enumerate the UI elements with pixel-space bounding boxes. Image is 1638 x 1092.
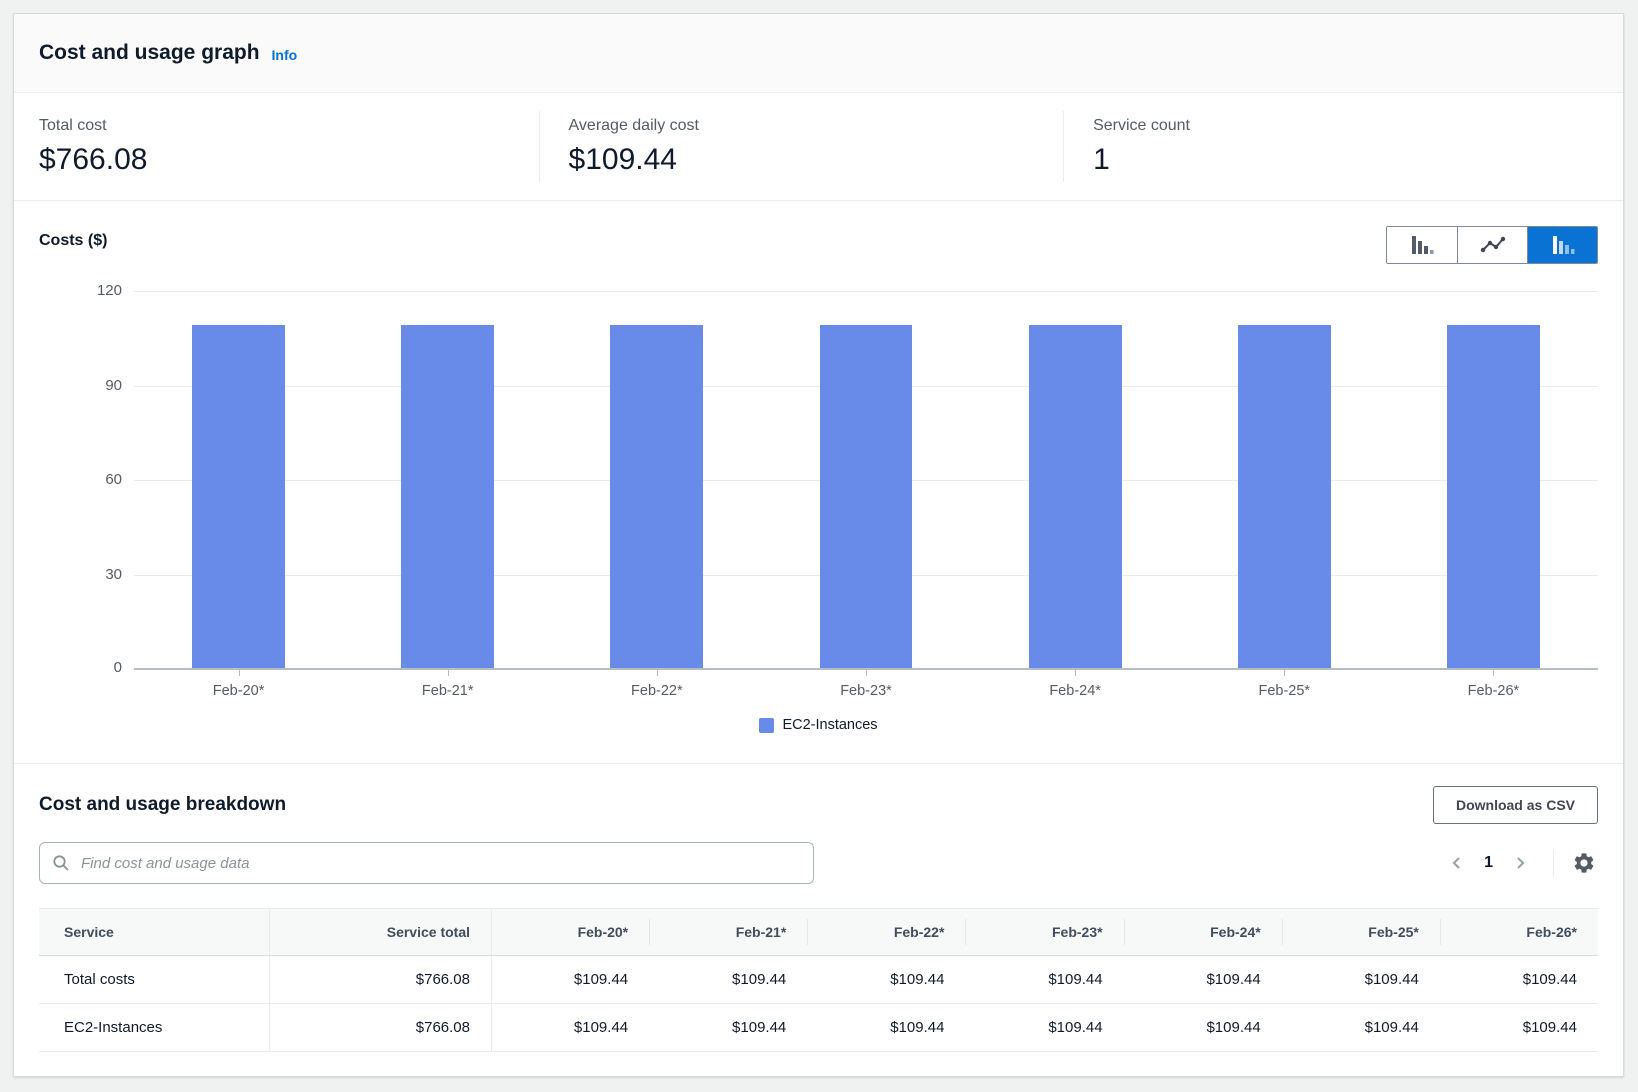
stat-label: Total cost xyxy=(39,117,539,135)
x-axis-label: Feb-23* xyxy=(820,670,913,699)
gear-icon xyxy=(1572,851,1596,875)
stacked-bar-chart-button[interactable] xyxy=(1527,227,1597,263)
previous-page-button[interactable] xyxy=(1444,850,1470,876)
stat-value: $766.08 xyxy=(39,143,539,177)
column-header-service: Service xyxy=(39,909,269,955)
y-axis-tick-label: 120 xyxy=(72,282,122,299)
value-cell: $766.08 xyxy=(269,1004,491,1051)
service-name-cell: Total costs xyxy=(39,956,269,1003)
x-axis-label: Feb-20* xyxy=(192,670,285,699)
summary-stats: Total cost $766.08 Average daily cost $1… xyxy=(14,93,1623,201)
stat-service-count: Service count 1 xyxy=(1063,93,1588,200)
bar-Feb-22*[interactable] xyxy=(610,325,703,670)
value-cell: $109.44 xyxy=(1282,1004,1440,1051)
column-header-feb-22-: Feb-22* xyxy=(807,909,965,955)
y-axis-title: Costs ($) xyxy=(39,226,107,250)
value-cell: $766.08 xyxy=(269,956,491,1003)
value-cell: $109.44 xyxy=(649,1004,807,1051)
value-cell: $109.44 xyxy=(649,956,807,1003)
bar-Feb-23*[interactable] xyxy=(820,325,913,670)
value-cell: $109.44 xyxy=(1440,956,1598,1003)
bar-Feb-26*[interactable] xyxy=(1447,325,1540,670)
chevron-left-icon xyxy=(1448,854,1466,872)
table-header-row: ServiceService totalFeb-20*Feb-21*Feb-22… xyxy=(39,909,1598,956)
column-header-feb-20-: Feb-20* xyxy=(491,909,649,955)
bar-chart-icon xyxy=(1409,234,1435,256)
page-title: Cost and usage graph xyxy=(39,41,260,65)
stat-value: $109.44 xyxy=(569,143,1064,177)
chart-header: Costs ($) xyxy=(39,226,1598,266)
column-header-feb-21-: Feb-21* xyxy=(649,909,807,955)
gridline: 0 xyxy=(134,668,1598,670)
toolbar-divider xyxy=(1553,849,1554,877)
stat-label: Service count xyxy=(1093,117,1588,135)
column-header-feb-26-: Feb-26* xyxy=(1440,909,1598,955)
search-input[interactable] xyxy=(79,854,801,873)
bar-Feb-24*[interactable] xyxy=(1029,325,1122,670)
cost-breakdown-table: ServiceService totalFeb-20*Feb-21*Feb-22… xyxy=(39,908,1598,1052)
bar-Feb-25*[interactable] xyxy=(1238,325,1331,670)
value-cell: $109.44 xyxy=(807,956,965,1003)
next-page-button[interactable] xyxy=(1507,850,1533,876)
breakdown-title: Cost and usage breakdown xyxy=(39,794,286,816)
value-cell: $109.44 xyxy=(1440,1004,1598,1051)
y-axis-tick-label: 0 xyxy=(72,659,122,676)
x-axis-label: Feb-24* xyxy=(1029,670,1122,699)
chart-section: Costs ($) xyxy=(14,201,1623,763)
y-axis-tick-label: 90 xyxy=(72,377,122,394)
panel-header: Cost and usage graph Info xyxy=(14,14,1623,93)
table-row: EC2-Instances$766.08$109.44$109.44$109.4… xyxy=(39,1004,1598,1052)
value-cell: $109.44 xyxy=(807,1004,965,1051)
y-axis-tick-label: 30 xyxy=(72,566,122,583)
stacked-bar-chart-icon xyxy=(1550,234,1576,256)
value-cell: $109.44 xyxy=(965,956,1123,1003)
value-cell: $109.44 xyxy=(1282,956,1440,1003)
cost-and-usage-panel: Cost and usage graph Info Total cost $76… xyxy=(13,13,1624,1077)
legend-item-ec2-instances[interactable]: EC2-Instances xyxy=(39,717,1598,763)
plot-area: 0306090120 xyxy=(134,292,1598,670)
stat-value: 1 xyxy=(1093,143,1588,177)
column-header-feb-25-: Feb-25* xyxy=(1282,909,1440,955)
column-header-feb-24-: Feb-24* xyxy=(1124,909,1282,955)
x-axis-label: Feb-25* xyxy=(1238,670,1331,699)
info-link[interactable]: Info xyxy=(272,47,298,63)
x-axis-label: Feb-21* xyxy=(401,670,494,699)
legend-swatch xyxy=(759,718,774,733)
download-csv-button[interactable]: Download as CSV xyxy=(1433,786,1598,824)
cost-and-usage-breakdown-section: Cost and usage breakdown Download as CSV… xyxy=(14,763,1623,1052)
value-cell: $109.44 xyxy=(1124,1004,1282,1051)
chart-type-toggle xyxy=(1386,226,1598,264)
x-axis-labels: Feb-20* Feb-21* Feb-22* Feb-23* Feb-24* Feb-2… xyxy=(134,670,1598,699)
line-chart-button[interactable] xyxy=(1457,227,1527,263)
current-page-number: 1 xyxy=(1484,854,1493,872)
legend-label: EC2-Instances xyxy=(782,717,877,733)
table-settings-button[interactable] xyxy=(1570,849,1598,877)
bars-row xyxy=(134,292,1598,670)
stat-average-daily-cost: Average daily cost $109.44 xyxy=(539,93,1064,200)
pagination-controls: 1 xyxy=(1444,849,1598,877)
line-chart-icon xyxy=(1480,235,1506,255)
x-axis-label: Feb-22* xyxy=(610,670,703,699)
table-toolbar: 1 xyxy=(39,842,1598,884)
bar-chart-button[interactable] xyxy=(1387,227,1457,263)
table-row: Total costs$766.08$109.44$109.44$109.44$… xyxy=(39,956,1598,1004)
service-name-cell: EC2-Instances xyxy=(39,1004,269,1051)
column-header-service-total: Service total xyxy=(269,909,491,955)
bar-Feb-20*[interactable] xyxy=(192,325,285,670)
chevron-right-icon xyxy=(1511,854,1529,872)
value-cell: $109.44 xyxy=(491,1004,649,1051)
bar-Feb-21*[interactable] xyxy=(401,325,494,670)
x-axis-label: Feb-26* xyxy=(1447,670,1540,699)
value-cell: $109.44 xyxy=(491,956,649,1003)
search-icon xyxy=(52,854,70,872)
y-axis-tick-label: 60 xyxy=(72,471,122,488)
table-body: Total costs$766.08$109.44$109.44$109.44$… xyxy=(39,956,1598,1052)
stat-total-cost: Total cost $766.08 xyxy=(14,93,539,200)
value-cell: $109.44 xyxy=(965,1004,1123,1051)
column-header-feb-23-: Feb-23* xyxy=(965,909,1123,955)
search-box xyxy=(39,842,814,884)
breakdown-header: Cost and usage breakdown Download as CSV xyxy=(39,786,1598,824)
stat-label: Average daily cost xyxy=(569,117,1064,135)
value-cell: $109.44 xyxy=(1124,956,1282,1003)
